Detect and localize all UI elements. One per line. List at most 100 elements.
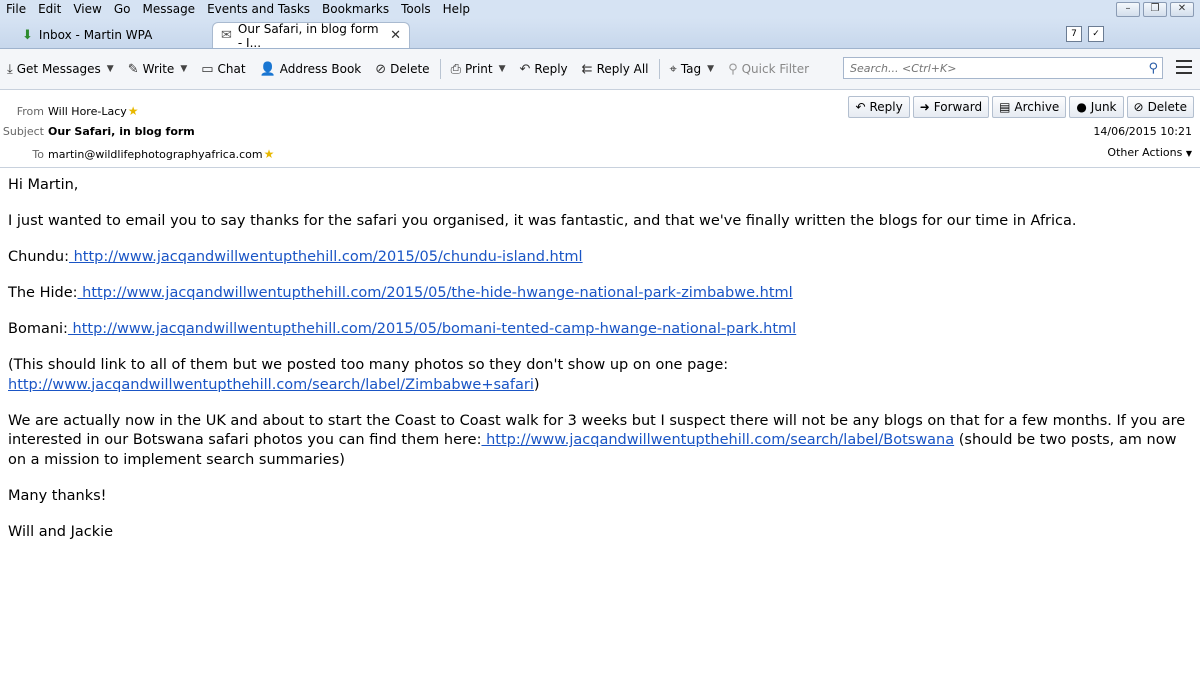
minimize-button[interactable]: –: [1116, 2, 1140, 17]
calendar-icon[interactable]: 7: [1066, 26, 1082, 42]
tasks-icon[interactable]: ✓: [1088, 26, 1104, 42]
print-label: Print: [464, 62, 493, 76]
forward-button[interactable]: ➜ Forward: [912, 96, 990, 118]
chevron-down-icon[interactable]: ▼: [180, 64, 187, 74]
quick-filter-label: Quick Filter: [741, 62, 810, 76]
to-value[interactable]: martin@wildlifephotographyafrica.com: [48, 148, 263, 161]
menu-events-and-tasks[interactable]: Events and Tasks: [201, 0, 316, 18]
search-input[interactable]: [848, 60, 1149, 76]
tab-message[interactable]: ✉ Our Safari, in blog form - I... ✕: [212, 21, 410, 50]
junk-button[interactable]: ● Junk: [1069, 96, 1124, 118]
star-icon[interactable]: ★: [264, 147, 275, 161]
archive-icon: ▤: [999, 100, 1011, 114]
close-window-button[interactable]: ✕: [1170, 2, 1194, 17]
restore-button[interactable]: ❐: [1143, 2, 1167, 17]
quick-filter-button[interactable]: ⚲ Quick Filter: [721, 58, 816, 80]
chevron-down-icon[interactable]: ▼: [107, 64, 114, 74]
to-row: To martin@wildlifephotographyafrica.com …: [0, 147, 274, 161]
menu-go[interactable]: Go: [108, 0, 137, 18]
greeting: Hi Martin,: [8, 177, 79, 193]
delete-icon: ⊘: [375, 61, 387, 77]
chundu-line: Chundu: http://www.jacqandwillwentuptheh…: [8, 248, 1193, 268]
other-actions-label: Other Actions: [1107, 146, 1183, 159]
pencil-icon: ✎: [127, 61, 139, 77]
chevron-down-icon[interactable]: ▼: [499, 64, 506, 74]
write-button[interactable]: ✎ Write ▼: [121, 58, 195, 80]
inbox-download-icon: ⬇: [22, 27, 33, 43]
menu-tools[interactable]: Tools: [395, 0, 437, 18]
search-icon[interactable]: ⚲: [1148, 61, 1158, 76]
tag-button[interactable]: ⌖ Tag ▼: [663, 58, 722, 80]
intro-paragraph: I just wanted to email you to say thanks…: [8, 213, 1077, 229]
reply-label: Reply: [534, 62, 568, 76]
forward-button-label: Forward: [933, 100, 983, 114]
printer-icon: ⎙: [450, 61, 461, 77]
message-header: From Will Hore-Lacy ★ Subject Our Safari…: [0, 91, 1200, 168]
bomani-line: Bomani: http://www.jacqandwillwentuptheh…: [8, 320, 1193, 340]
person-icon: 👤: [259, 61, 276, 77]
archive-button[interactable]: ▤ Archive: [992, 96, 1067, 118]
archive-button-label: Archive: [1014, 100, 1060, 114]
message-date: 14/06/2015 10:21: [1093, 125, 1192, 138]
envelope-icon: ✉: [221, 28, 232, 43]
address-book-label: Address Book: [279, 62, 362, 76]
get-messages-label: Get Messages: [16, 62, 101, 76]
window-controls: – ❐ ✕: [1116, 2, 1194, 17]
chevron-down-icon: ▼: [1185, 149, 1192, 158]
from-label: From: [16, 104, 44, 118]
all-posts-suffix: ): [533, 376, 540, 393]
menu-view[interactable]: View: [67, 0, 107, 18]
delete-label: Delete: [390, 62, 430, 76]
tab-label: Our Safari, in blog form - I...: [237, 21, 379, 50]
address-book-button[interactable]: 👤 Address Book: [253, 58, 369, 80]
delete-button[interactable]: ⊘ Delete: [1126, 96, 1194, 118]
tab-bar-icons: 7 ✓: [1066, 26, 1104, 42]
magnifier-icon: ⚲: [728, 61, 738, 77]
star-icon[interactable]: ★: [128, 104, 139, 118]
delete-button-label: Delete: [1147, 100, 1187, 114]
chundu-link[interactable]: http://www.jacqandwillwentupthehill.com/…: [69, 249, 583, 265]
flame-icon: ●: [1076, 100, 1087, 114]
tag-label: Tag: [680, 62, 702, 76]
other-actions-menu[interactable]: Other Actions ▼: [1107, 146, 1192, 159]
menu-bookmarks[interactable]: Bookmarks: [316, 0, 395, 18]
menu-bar: File Edit View Go Message Events and Tas…: [0, 0, 1200, 18]
botswana-link[interactable]: http://www.jacqandwillwentupthehill.com/…: [481, 432, 954, 448]
reply-arrow-icon: ↶: [855, 100, 866, 114]
signature: Will and Jackie: [8, 523, 114, 540]
menu-message[interactable]: Message: [136, 0, 201, 18]
menu-file[interactable]: File: [0, 0, 32, 18]
toolbar-reply-button[interactable]: ↶ Reply: [513, 58, 575, 80]
close-tab-icon[interactable]: ✕: [390, 28, 401, 43]
tab-inbox[interactable]: ⬇ Inbox - Martin WPA: [14, 22, 204, 48]
reply-all-icon: ⇇: [581, 61, 593, 77]
download-icon: ⤓: [7, 61, 13, 77]
menu-help[interactable]: Help: [437, 0, 476, 18]
from-row: From Will Hore-Lacy ★: [0, 104, 139, 118]
toolbar-separator: [658, 59, 660, 79]
all-posts-line: (This should link to all of them but we …: [8, 356, 1193, 395]
reply-button[interactable]: ↶ Reply: [848, 96, 910, 118]
subject-label: Subject: [2, 125, 44, 138]
chundu-label: Chundu:: [8, 249, 69, 265]
print-button[interactable]: ⎙ Print ▼: [444, 58, 513, 80]
app-menu-icon[interactable]: [1176, 60, 1192, 74]
bomani-link[interactable]: http://www.jacqandwillwentupthehill.com/…: [68, 321, 797, 337]
chat-button[interactable]: ▭ Chat: [194, 58, 252, 80]
forward-arrow-icon: ➜: [919, 100, 930, 114]
subject-row: Subject Our Safari, in blog form: [0, 125, 195, 138]
reply-all-button[interactable]: ⇇ Reply All: [575, 58, 656, 80]
chevron-down-icon: ▼: [707, 64, 715, 74]
toolbar-delete-button[interactable]: ⊘ Delete: [368, 58, 436, 80]
search-box[interactable]: ⚲: [843, 57, 1163, 79]
to-label: To: [32, 147, 44, 161]
hide-link[interactable]: http://www.jacqandwillwentupthehill.com/…: [78, 285, 793, 301]
chat-icon: ▭: [201, 61, 214, 77]
get-messages-button[interactable]: ⤓ Get Messages ▼: [0, 58, 121, 80]
reply-all-label: Reply All: [596, 62, 649, 76]
header-actions: ↶ Reply ➜ Forward ▤ Archive ● Junk ⊘ Del…: [848, 96, 1194, 118]
from-value[interactable]: Will Hore-Lacy: [48, 105, 127, 118]
zimbabwe-safari-link[interactable]: http://www.jacqandwillwentupthehill.com/…: [8, 377, 534, 393]
chat-label: Chat: [217, 62, 246, 76]
menu-edit[interactable]: Edit: [32, 0, 67, 18]
